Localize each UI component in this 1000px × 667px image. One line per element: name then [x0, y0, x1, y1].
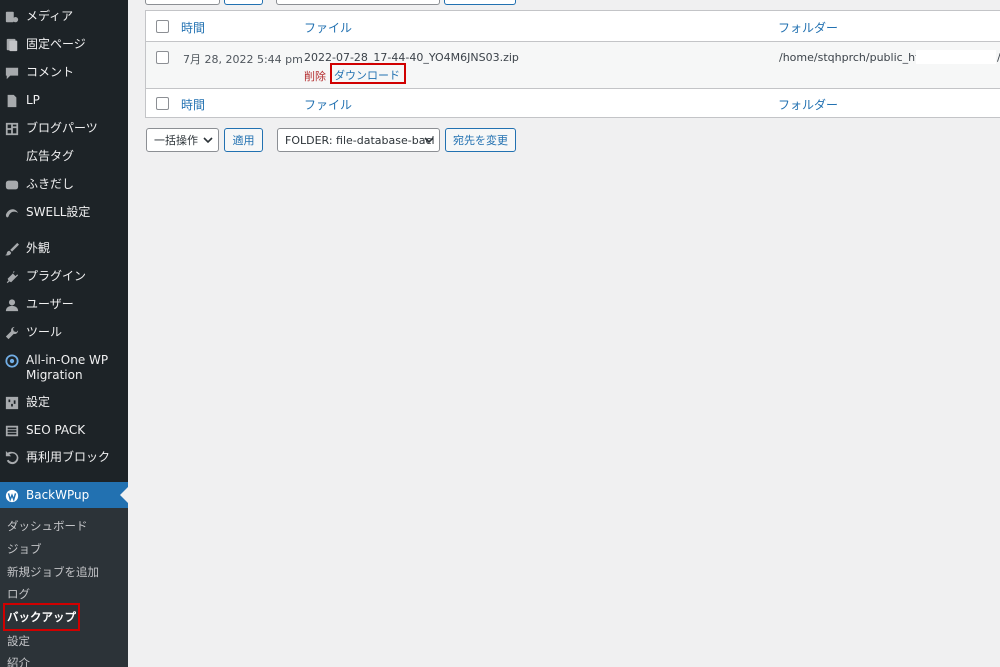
bulk-action-value: 一括操作: [154, 134, 198, 147]
migration-icon: [5, 354, 19, 368]
admin-sidebar: メディア 固定ページ コメント LP ブログパーツ 広告タグ ふきだし SWEL…: [0, 0, 128, 667]
submenu-item-dashboard[interactable]: ダッシュボード: [7, 519, 88, 533]
column-footer-time[interactable]: 時間: [181, 96, 205, 113]
submenu-item-logs[interactable]: ログ: [7, 587, 30, 601]
sidebar-item-label: メディア: [26, 9, 74, 23]
top-bulk-action-select[interactable]: [145, 0, 220, 5]
sidebar-item-label: 設定: [26, 395, 51, 409]
reuse-icon: [5, 451, 19, 465]
sidebar-item-plugins[interactable]: プラグイン: [0, 269, 128, 284]
sidebar-item-label: All-in-One WP Migration: [26, 353, 109, 382]
sidebar-item-label: SEO PACK: [26, 423, 86, 437]
sidebar-item-label: 外観: [26, 241, 51, 255]
sidebar-item-backwpup[interactable]: BackWPup: [0, 482, 128, 508]
select-all-checkbox[interactable]: [156, 20, 169, 33]
sidebar-item-users[interactable]: ユーザー: [0, 297, 128, 312]
backup-folder-path: /home/stqhprch/public_html: [779, 51, 934, 64]
sidebar-item-speech-bubble[interactable]: ふきだし: [0, 177, 128, 192]
select-all-checkbox-footer[interactable]: [156, 97, 169, 110]
brush-icon: [5, 242, 19, 256]
backwpup-icon: [5, 489, 19, 503]
sidebar-item-comments[interactable]: コメント: [0, 65, 128, 80]
highlight-box: [3, 603, 80, 631]
sidebar-item-swell-settings[interactable]: SWELL設定: [0, 205, 128, 220]
settings-icon: [5, 396, 19, 410]
column-footer-file[interactable]: ファイル: [304, 96, 352, 113]
sidebar-item-label: LP: [26, 93, 40, 107]
submenu-item-jobs[interactable]: ジョブ: [7, 542, 42, 556]
sidebar-item-reusable-blocks[interactable]: 再利用ブロック: [0, 450, 128, 465]
row-checkbox[interactable]: [156, 51, 169, 64]
sidebar-item-label: ツール: [26, 325, 63, 339]
delete-link[interactable]: 削除: [304, 68, 326, 84]
main-content: 時間 ファイル フォルダー 7月 28, 2022 5:44 pm 2022-0…: [128, 0, 1000, 667]
submenu-item-referral[interactable]: 紹介: [7, 656, 30, 667]
top-folder-select[interactable]: [276, 0, 440, 5]
bulk-action-select[interactable]: 一括操作: [146, 128, 219, 152]
sidebar-item-label: BackWPup: [26, 488, 90, 502]
page-icon: [5, 38, 19, 52]
seo-pack-icon: [5, 424, 19, 438]
sidebar-item-pages[interactable]: 固定ページ: [0, 37, 128, 52]
swell-icon: [5, 206, 19, 220]
sidebar-item-label: SWELL設定: [26, 205, 91, 219]
table-header-row: 時間 ファイル フォルダー: [146, 11, 1000, 42]
sidebar-item-label: ブログパーツ: [26, 121, 98, 135]
submenu-item-settings[interactable]: 設定: [7, 634, 30, 648]
plugin-icon: [5, 270, 19, 284]
column-header-time[interactable]: 時間: [181, 19, 205, 36]
top-apply-button[interactable]: [224, 0, 263, 5]
chevron-down-icon: [424, 135, 434, 145]
sidebar-item-blog-parts[interactable]: ブログパーツ: [0, 121, 128, 136]
sidebar-item-label: プラグイン: [26, 269, 87, 283]
submenu-item-add-new-job[interactable]: 新規ジョブを追加: [7, 565, 99, 579]
sidebar-item-label: ユーザー: [26, 297, 74, 311]
sidebar-item-seo-pack[interactable]: SEO PACK: [0, 423, 128, 438]
sidebar-item-label: ふきだし: [26, 177, 75, 191]
backup-time: 7月 28, 2022 5:44 pm: [183, 53, 303, 66]
column-header-folder[interactable]: フォルダー: [778, 19, 838, 36]
wrench-icon: [5, 326, 19, 340]
apply-button[interactable]: 適用: [224, 128, 263, 152]
layout-icon: [5, 122, 19, 136]
user-icon: [5, 298, 19, 312]
speech-bubble-icon: [5, 178, 19, 192]
change-destination-button[interactable]: 宛先を変更: [445, 128, 516, 152]
folder-select[interactable]: FOLDER: file-database-bacl: [277, 128, 440, 152]
sidebar-item-settings[interactable]: 設定: [0, 395, 128, 410]
sidebar-item-ad-tags[interactable]: 広告タグ: [0, 149, 128, 164]
sidebar-item-label: 広告タグ: [26, 149, 75, 163]
document-icon: [5, 94, 19, 108]
backwpup-submenu: ダッシュボード ジョブ 新規ジョブを追加 ログ バックアップ 設定 紹介: [0, 508, 128, 667]
sidebar-item-label: 再利用ブロック: [26, 450, 111, 464]
redacted-area: [916, 50, 996, 64]
chevron-down-icon: [203, 135, 213, 145]
sidebar-item-all-in-one-wp-migration[interactable]: All-in-One WP Migration: [0, 353, 128, 383]
backups-table: 時間 ファイル フォルダー 7月 28, 2022 5:44 pm 2022-0…: [145, 10, 1000, 118]
column-header-file[interactable]: ファイル: [304, 19, 352, 36]
top-change-destination-button[interactable]: [444, 0, 516, 5]
sidebar-item-media[interactable]: メディア: [0, 9, 128, 24]
table-row: 7月 28, 2022 5:44 pm 2022-07-28_17-44-40_…: [146, 42, 1000, 89]
highlight-box: [330, 63, 406, 84]
sidebar-item-appearance[interactable]: 外観: [0, 241, 128, 256]
sidebar-item-tools[interactable]: ツール: [0, 325, 128, 340]
sidebar-item-label: 固定ページ: [26, 37, 86, 51]
table-footer-row: 時間 ファイル フォルダー: [146, 89, 1000, 118]
sidebar-item-label: コメント: [26, 65, 75, 79]
comment-icon: [5, 66, 19, 80]
sidebar-item-lp[interactable]: LP: [0, 93, 128, 108]
column-footer-folder[interactable]: フォルダー: [778, 96, 838, 113]
media-icon: [5, 10, 19, 24]
folder-select-value: FOLDER: file-database-bacl: [285, 133, 435, 147]
current-menu-arrow: [120, 487, 128, 503]
